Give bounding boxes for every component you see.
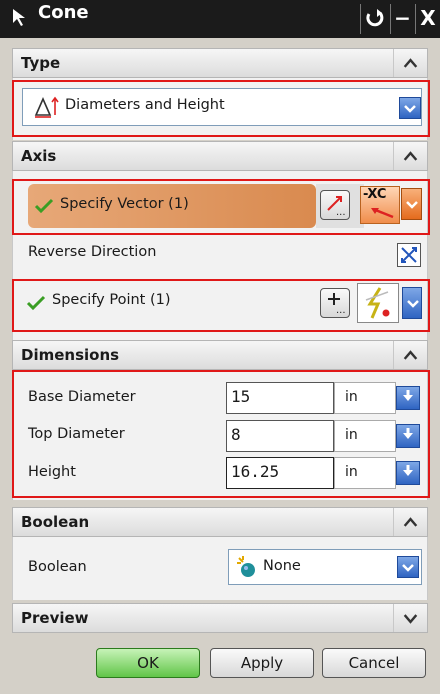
type-selected-value: Diameters and Height bbox=[65, 97, 225, 113]
chevron-down-icon bbox=[404, 105, 416, 113]
chevron-up-icon[interactable] bbox=[393, 341, 427, 369]
close-button[interactable]: X bbox=[415, 4, 440, 34]
preview-section-header[interactable]: Preview bbox=[12, 603, 428, 633]
type-section-title: Type bbox=[21, 54, 61, 72]
reverse-direction-label: Reverse Direction bbox=[28, 244, 157, 260]
top-diameter-label: Top Diameter bbox=[28, 426, 125, 442]
height-label: Height bbox=[28, 464, 76, 480]
chevron-up-icon[interactable] bbox=[393, 508, 427, 536]
dimensions-section-header[interactable]: Dimensions bbox=[12, 340, 428, 370]
height-unit-dropdown[interactable] bbox=[396, 461, 420, 485]
height-unit[interactable]: in bbox=[334, 457, 396, 489]
axis-section-header[interactable]: Axis bbox=[12, 141, 428, 171]
type-dropdown-button[interactable] bbox=[399, 97, 421, 119]
base-diameter-input[interactable]: 15 bbox=[226, 382, 334, 414]
arrow-down-icon bbox=[403, 465, 413, 476]
reset-icon[interactable] bbox=[360, 4, 388, 34]
top-diameter-input[interactable]: 8 bbox=[226, 420, 334, 452]
base-diameter-unit-dropdown[interactable] bbox=[396, 386, 420, 410]
point-highlight bbox=[12, 279, 430, 332]
apply-button[interactable]: Apply bbox=[210, 648, 314, 678]
height-input[interactable]: 16.25 bbox=[226, 457, 334, 489]
cone-type-icon bbox=[34, 96, 59, 118]
ok-button[interactable]: OK bbox=[96, 648, 200, 678]
top-diameter-unit-dropdown[interactable] bbox=[396, 424, 420, 448]
top-diameter-unit[interactable]: in bbox=[334, 420, 396, 452]
arrow-down-icon bbox=[403, 390, 413, 401]
base-diameter-label: Base Diameter bbox=[28, 389, 136, 405]
boolean-dropdown-button[interactable] bbox=[397, 556, 419, 578]
preview-section-title: Preview bbox=[21, 609, 89, 627]
boolean-label: Boolean bbox=[28, 559, 87, 575]
boolean-section-header[interactable]: Boolean bbox=[12, 507, 428, 537]
boolean-selected-value: None bbox=[263, 558, 301, 574]
base-diameter-unit[interactable]: in bbox=[334, 382, 396, 414]
minimize-button[interactable]: − bbox=[390, 4, 414, 34]
boolean-dropdown[interactable]: None bbox=[228, 549, 422, 585]
chevron-down-icon[interactable] bbox=[393, 604, 427, 632]
window-title: Cone bbox=[38, 2, 89, 23]
type-dropdown[interactable]: Diameters and Height bbox=[22, 88, 422, 126]
boolean-section-title: Boolean bbox=[21, 513, 90, 531]
chevron-up-icon[interactable] bbox=[393, 49, 427, 77]
chevron-up-icon[interactable] bbox=[393, 142, 427, 170]
reverse-direction-icon bbox=[401, 247, 417, 263]
chevron-down-icon bbox=[402, 564, 414, 572]
cursor-arrow-icon bbox=[13, 9, 25, 26]
vector-highlight bbox=[12, 179, 430, 235]
cancel-button[interactable]: Cancel bbox=[322, 648, 426, 678]
axis-section-title: Axis bbox=[21, 147, 57, 165]
type-section-header[interactable]: Type bbox=[12, 48, 428, 78]
title-bar: Cone − X bbox=[0, 0, 440, 38]
dimensions-section-title: Dimensions bbox=[21, 346, 120, 364]
reverse-direction-button[interactable] bbox=[397, 243, 421, 267]
boolean-none-icon bbox=[237, 556, 255, 577]
arrow-down-icon bbox=[403, 428, 413, 439]
